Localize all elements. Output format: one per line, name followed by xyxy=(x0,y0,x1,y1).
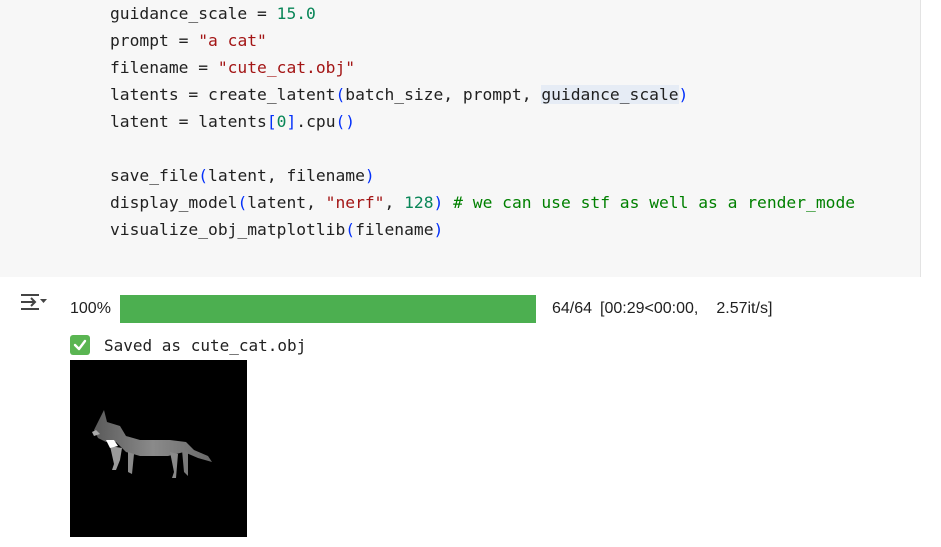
progress-percent: 100% xyxy=(70,300,111,317)
code-token: "a cat" xyxy=(198,31,267,50)
code-token: ( xyxy=(198,166,209,185)
code-token: ] xyxy=(286,112,297,131)
code-token: ) xyxy=(364,166,375,185)
progress-count: 64/64 xyxy=(552,300,593,317)
code-token: () xyxy=(335,112,356,131)
code-token: batch_size, prompt, xyxy=(345,85,542,104)
code-token: filename xyxy=(355,220,434,239)
output-toggle-icon[interactable] xyxy=(18,290,48,314)
cell-output: 100% 64/64 [00:29<00:00, 2.57it/s] Saved… xyxy=(0,278,941,547)
code-token: filename = xyxy=(110,58,218,77)
code-token: # we can use stf as well as a render_mod… xyxy=(453,193,856,212)
code-token: .cpu xyxy=(296,112,336,131)
rendered-model-image xyxy=(70,360,247,537)
code-token: 0 xyxy=(276,112,287,131)
saved-message: Saved as cute_cat.obj xyxy=(104,335,307,355)
code-token: [ xyxy=(266,112,277,131)
progress-rate: 2.57it/s] xyxy=(716,300,773,317)
code-token: ( xyxy=(237,193,248,212)
code-token: display_model xyxy=(110,193,238,212)
code-lines[interactable]: guidance_scale = 15.0 prompt = "a cat" fil… xyxy=(110,0,855,243)
code-line[interactable]: prompt = "a cat" xyxy=(110,27,855,54)
code-token: guidance_scale = xyxy=(110,4,277,23)
code-token: visualize_obj_matplotlib xyxy=(110,220,346,239)
code-token: ( xyxy=(345,220,356,239)
code-token: "nerf" xyxy=(325,193,385,212)
code-token: ) xyxy=(678,85,689,104)
code-line[interactable]: filename = "cute_cat.obj" xyxy=(110,54,855,81)
code-line[interactable]: guidance_scale = 15.0 xyxy=(110,0,855,27)
code-token: latent, xyxy=(247,193,326,212)
code-line[interactable]: latent = latents[0].cpu() xyxy=(110,108,855,135)
saved-message-row: Saved as cute_cat.obj xyxy=(70,334,306,356)
code-line[interactable]: visualize_obj_matplotlib(filename) xyxy=(110,216,855,243)
progress-row: 100% 64/64 [00:29<00:00, 2.57it/s] xyxy=(70,294,772,324)
code-cell[interactable]: guidance_scale = 15.0 prompt = "a cat" fil… xyxy=(0,0,941,277)
code-token: save_file xyxy=(110,166,199,185)
code-token: latents = create_latent xyxy=(110,85,336,104)
code-token: "cute_cat.obj" xyxy=(217,58,356,77)
code-token: 15.0 xyxy=(276,4,316,23)
code-line[interactable]: save_file(latent, filename) xyxy=(110,162,855,189)
code-token: prompt = xyxy=(110,31,199,50)
code-token: latent, filename xyxy=(208,166,365,185)
progress-bar xyxy=(120,295,536,323)
code-token: ( xyxy=(335,85,346,104)
code-token: 128 xyxy=(404,193,434,212)
white-check-mark-icon xyxy=(70,335,90,355)
code-token: guidance_scale xyxy=(541,85,679,104)
code-editor[interactable]: guidance_scale = 15.0 prompt = "a cat" fil… xyxy=(60,0,921,277)
progress-time: [00:29<00:00, xyxy=(600,300,699,317)
code-line[interactable] xyxy=(110,135,855,162)
cat-render xyxy=(92,410,212,478)
code-token: ) xyxy=(433,193,444,212)
code-line[interactable]: latents = create_latent(batch_size, prom… xyxy=(110,81,855,108)
code-line[interactable]: display_model(latent, "nerf", 128) # we … xyxy=(110,189,855,216)
cell-gutter[interactable] xyxy=(0,0,60,277)
code-token: ) xyxy=(433,220,444,239)
code-token: latent = latents xyxy=(110,112,267,131)
code-token: , xyxy=(384,193,405,212)
